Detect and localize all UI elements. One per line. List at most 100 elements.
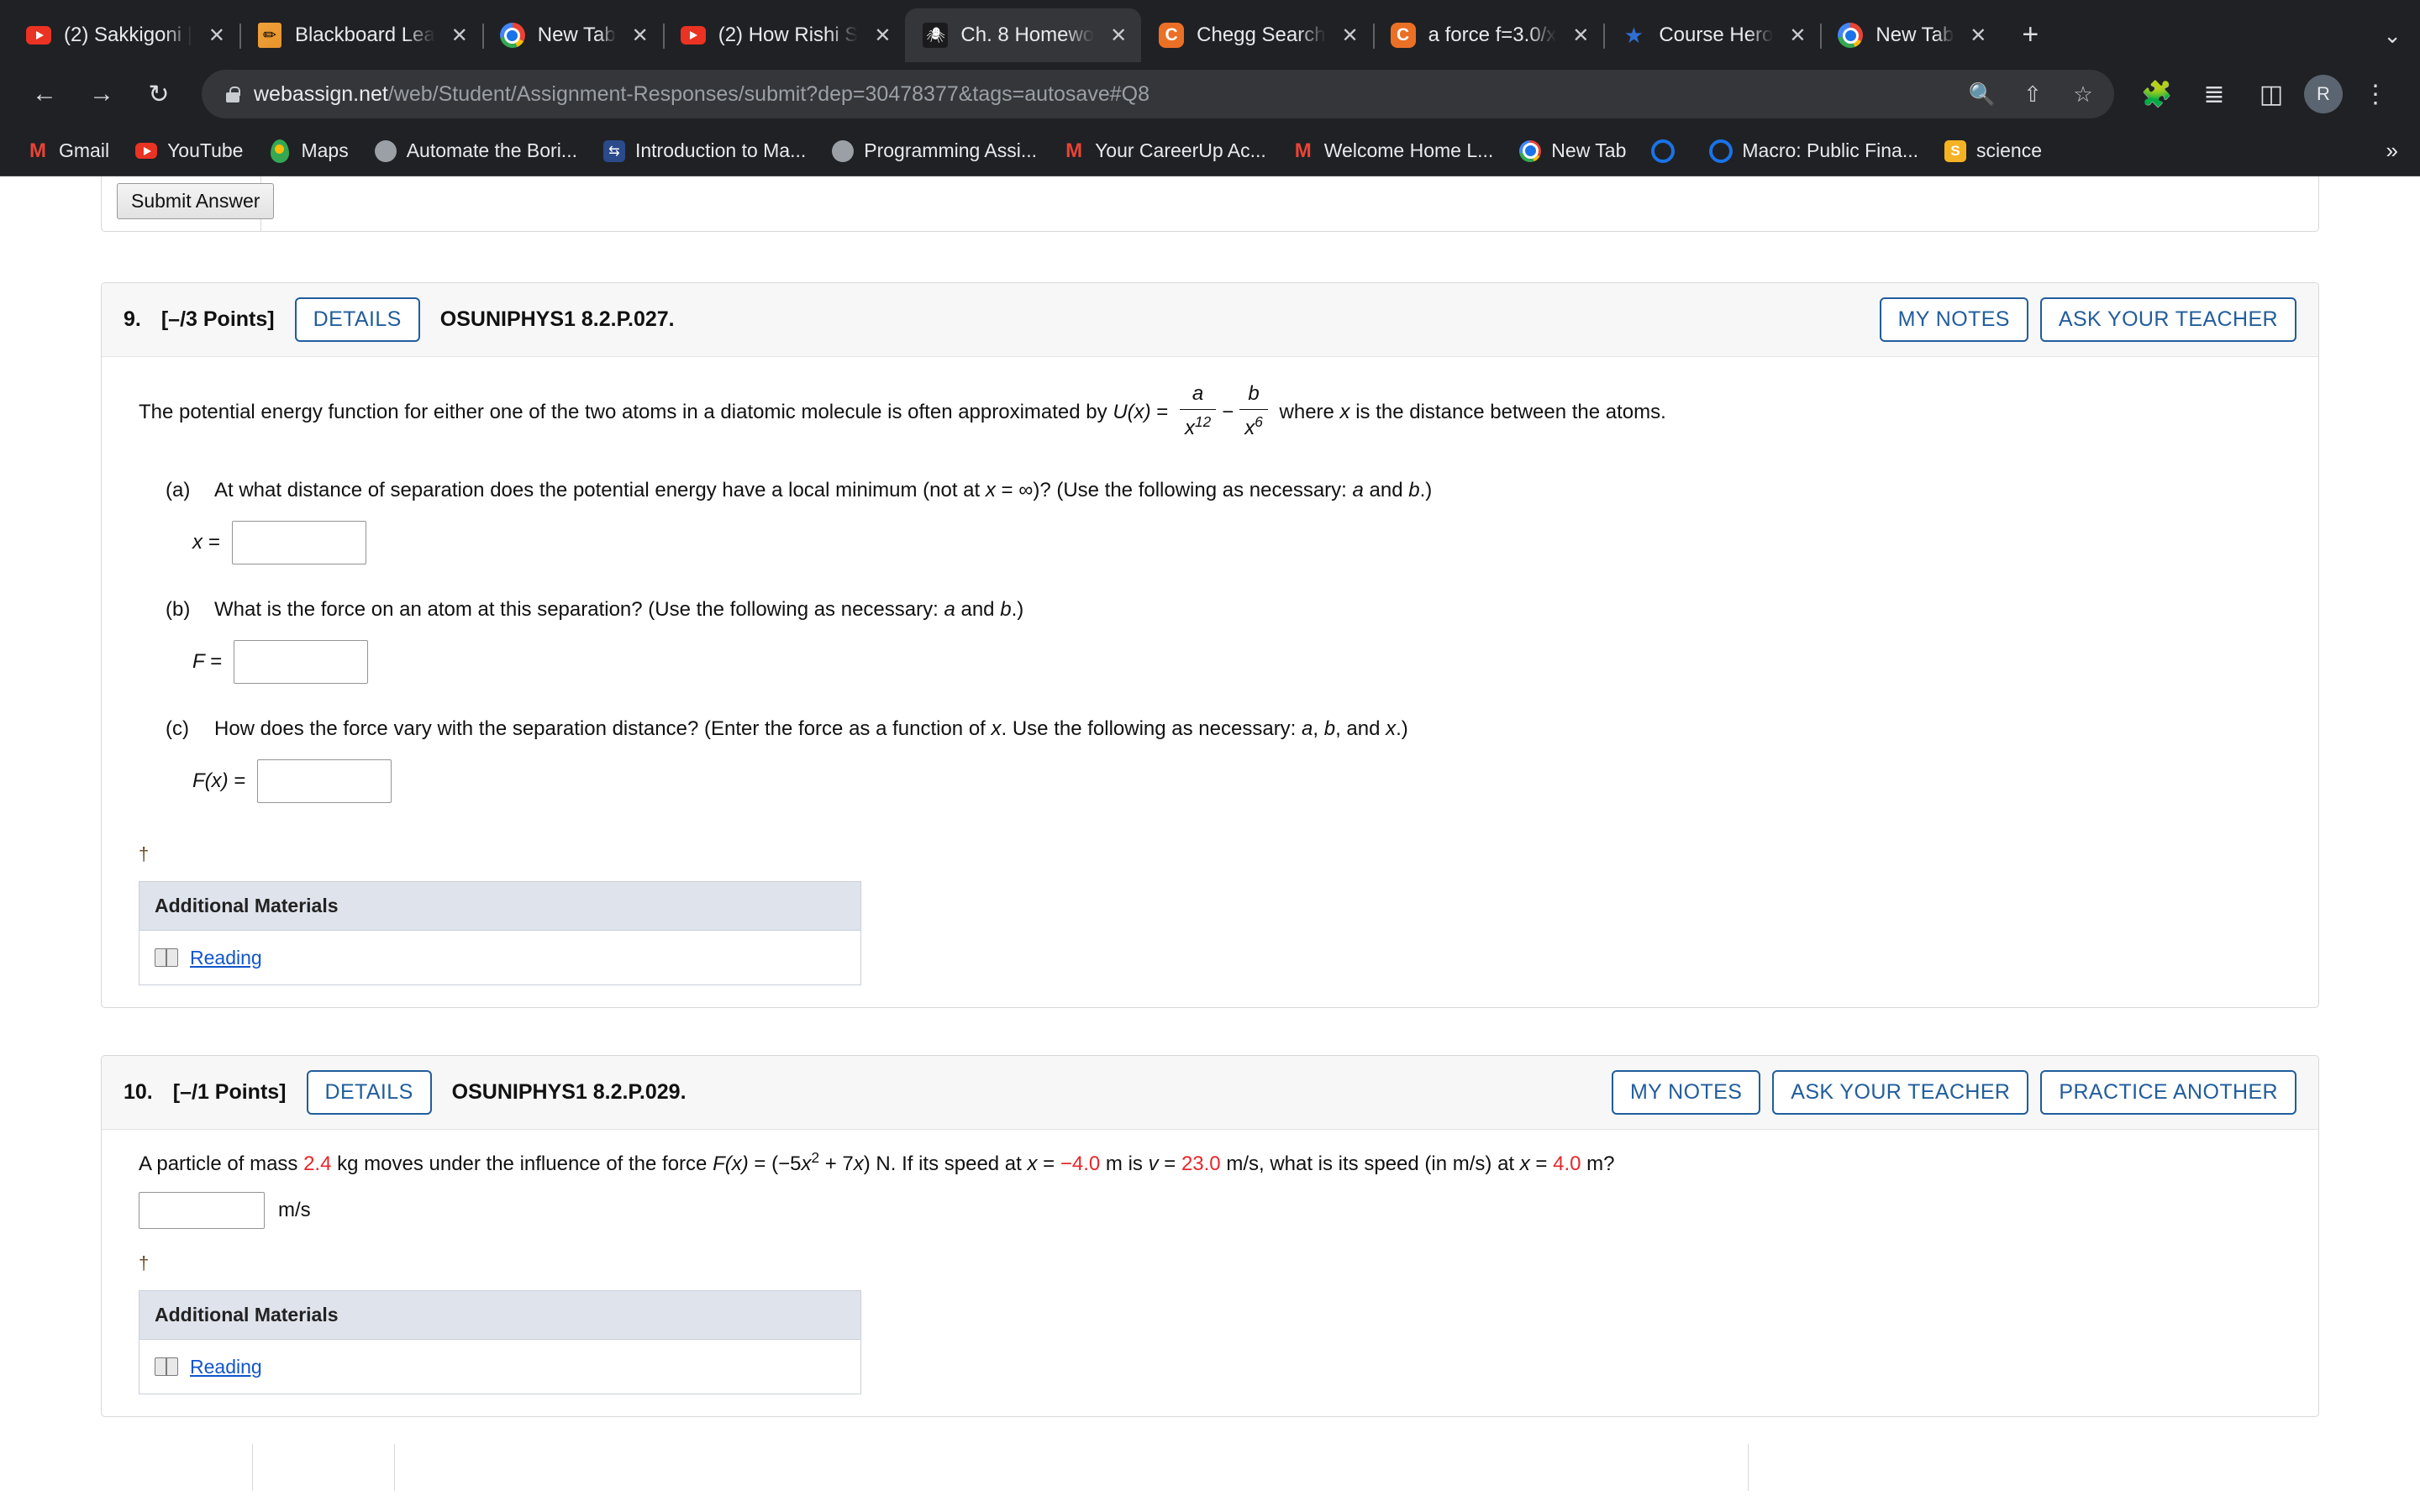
my-notes-button[interactable]: MY NOTES [1611,1070,1761,1115]
question-9-part-a-answer: x = [192,521,2281,564]
answer-label-fn: F(x) [192,769,229,792]
browser-tab-7[interactable]: ★ Course Hero ✕ [1603,8,1820,62]
close-icon[interactable]: ✕ [204,23,229,48]
new-tab-button[interactable]: + [2011,15,2049,54]
fraction-a-over-x12: a x12 [1180,379,1217,444]
answer-label: F(x) = [192,766,245,796]
details-button[interactable]: DETAILS [294,297,420,342]
my-notes-button[interactable]: MY NOTES [1879,297,2028,342]
chevron-down-icon[interactable]: ⌄ [2383,23,2402,49]
back-button[interactable]: ← [20,70,69,118]
details-button[interactable]: DETAILS [306,1070,432,1115]
fraction-b-over-x6: b x6 [1239,379,1268,444]
browser-tab-0[interactable]: (2) Sakkigoni | ✕ [8,8,239,62]
tab-divider [662,24,665,49]
close-icon[interactable]: ✕ [1568,23,1593,48]
question-9-card: 9. [–/3 Points] DETAILS OSUNIPHYS1 8.2.P… [101,282,2319,1008]
bookmark-introduction-to-ma[interactable]: ⇆ Introduction to Ma... [592,134,817,169]
reading-link[interactable]: Reading [190,1352,262,1382]
answer-input-b[interactable] [233,640,368,684]
reading-list-icon[interactable]: ≣ [2190,70,2238,118]
search-icon[interactable]: 🔍 [1963,75,2002,113]
url-path: /web/Student/Assignment-Responses/submit… [387,81,1150,106]
question-number: 9. [124,307,141,331]
ask-your-teacher-button[interactable]: ASK YOUR TEACHER [1772,1070,2029,1115]
practice-another-button[interactable]: PRACTICE ANOTHER [2040,1070,2296,1115]
close-icon[interactable]: ✕ [447,23,472,48]
book-icon [155,1357,178,1377]
bookmark-quizlet[interactable] [1640,134,1695,169]
browser-tab-3[interactable]: (2) How Rishi S ✕ [662,8,906,62]
reading-link[interactable]: Reading [190,943,262,973]
quizlet-icon [1651,139,1676,163]
bookmark-label: Your CareerUp Ac... [1095,139,1266,161]
minus-sign: − [1222,400,1234,423]
url-domain: webassign.net [254,81,388,106]
avatar[interactable]: R [2304,75,2343,113]
chegg-icon: C [1158,22,1185,49]
question-spacer [0,1008,2420,1055]
page-content: Submit Answer 9. [–/3 Points] DETAILS OS… [0,176,2420,1492]
browser-tab-6[interactable]: C a force f=3.0/x ✕ [1372,8,1604,62]
variable-b: b [1000,598,1012,621]
den-base: x [1244,417,1255,439]
browser-tab-5[interactable]: C Chegg Search ✕ [1141,8,1372,62]
variable-x-2: x [1386,717,1397,740]
stmt-3: = [1037,1152,1060,1175]
chrome-icon [1837,22,1864,49]
x-initial-value: −4.0 [1060,1152,1101,1175]
variable-a: a [944,598,955,621]
variable-a: a [1352,479,1364,501]
statement-text: The potential energy function for either… [139,400,1113,423]
answer-input-c[interactable] [257,759,392,803]
bookmark-welcome-home-l[interactable]: M Welcome Home L... [1281,134,1505,169]
bookmark-gmail[interactable]: M Gmail [15,134,120,169]
address-bar[interactable]: webassign.net/web/Student/Assignment-Res… [202,70,2114,118]
question-code: OSUNIPHYS1 8.2.P.027. [439,307,675,331]
bookmark-label: New Tab [1551,139,1627,161]
close-icon[interactable]: ✕ [870,23,895,48]
browser-tab-2[interactable]: New Tab ✕ [481,8,663,62]
close-icon[interactable]: ✕ [1785,23,1810,48]
submit-answer-button[interactable]: Submit Answer [117,183,275,219]
answer-input-a[interactable] [231,521,366,564]
reload-button[interactable]: ↻ [134,70,183,118]
den-exponent: 12 [1195,413,1212,430]
close-icon[interactable]: ✕ [1106,23,1131,48]
additional-materials-title: Additional Materials [139,1291,860,1340]
question-points: [–/1 Points] [172,1080,287,1104]
bookmark-automate-the-boring[interactable]: Automate the Bori... [363,134,588,169]
webassign-icon: 🕷 [922,22,949,49]
forward-button[interactable]: → [77,70,126,118]
previous-question-footer: Submit Answer [101,176,2319,232]
browser-tab-1[interactable]: ✏ Blackboard Lea ✕ [239,8,482,62]
close-icon[interactable]: ✕ [1965,23,1991,48]
close-icon[interactable]: ✕ [628,23,653,48]
variable-v: v [1148,1152,1159,1175]
answer-input-q10[interactable] [139,1192,265,1230]
bookmark-programming-assi[interactable]: Programming Assi... [820,134,1048,169]
footstub-right [1748,1444,2319,1492]
bookmark-your-careerup-ac[interactable]: M Your CareerUp Ac... [1051,134,1277,169]
footstub-left [252,1444,395,1492]
browser-tab-8[interactable]: New Tab ✕ [1820,8,2001,62]
bookmark-macro-public-fina[interactable]: Macro: Public Fina... [1698,134,1929,169]
tab-title: Course Hero [1659,24,1774,46]
star-icon[interactable]: ☆ [2064,75,2102,113]
close-icon[interactable]: ✕ [1338,23,1363,48]
bookmark-science[interactable]: S science [1933,134,2053,169]
bookmark-youtube[interactable]: YouTube [124,134,254,169]
bookmark-maps[interactable]: Maps [257,134,359,169]
globe-icon [831,139,855,163]
tab-title: Blackboard Lea [294,24,435,46]
kebab-menu-icon[interactable]: ⋮ [2351,70,2400,118]
sidepanel-icon[interactable]: ◫ [2247,70,2296,118]
bookmarks-overflow-icon[interactable]: » [2386,138,2405,164]
ask-your-teacher-button[interactable]: ASK YOUR TEACHER [2039,297,2296,342]
part-text-1: At what distance of separation does the … [214,479,986,501]
bookmark-new-tab[interactable]: New Tab [1507,134,1637,169]
share-icon[interactable]: ⇧ [2013,75,2052,113]
tab-divider [481,24,484,49]
puzzle-icon[interactable]: 🧩 [2133,70,2181,118]
browser-tab-4-active[interactable]: 🕷 Ch. 8 Homewo ✕ [905,8,1142,62]
